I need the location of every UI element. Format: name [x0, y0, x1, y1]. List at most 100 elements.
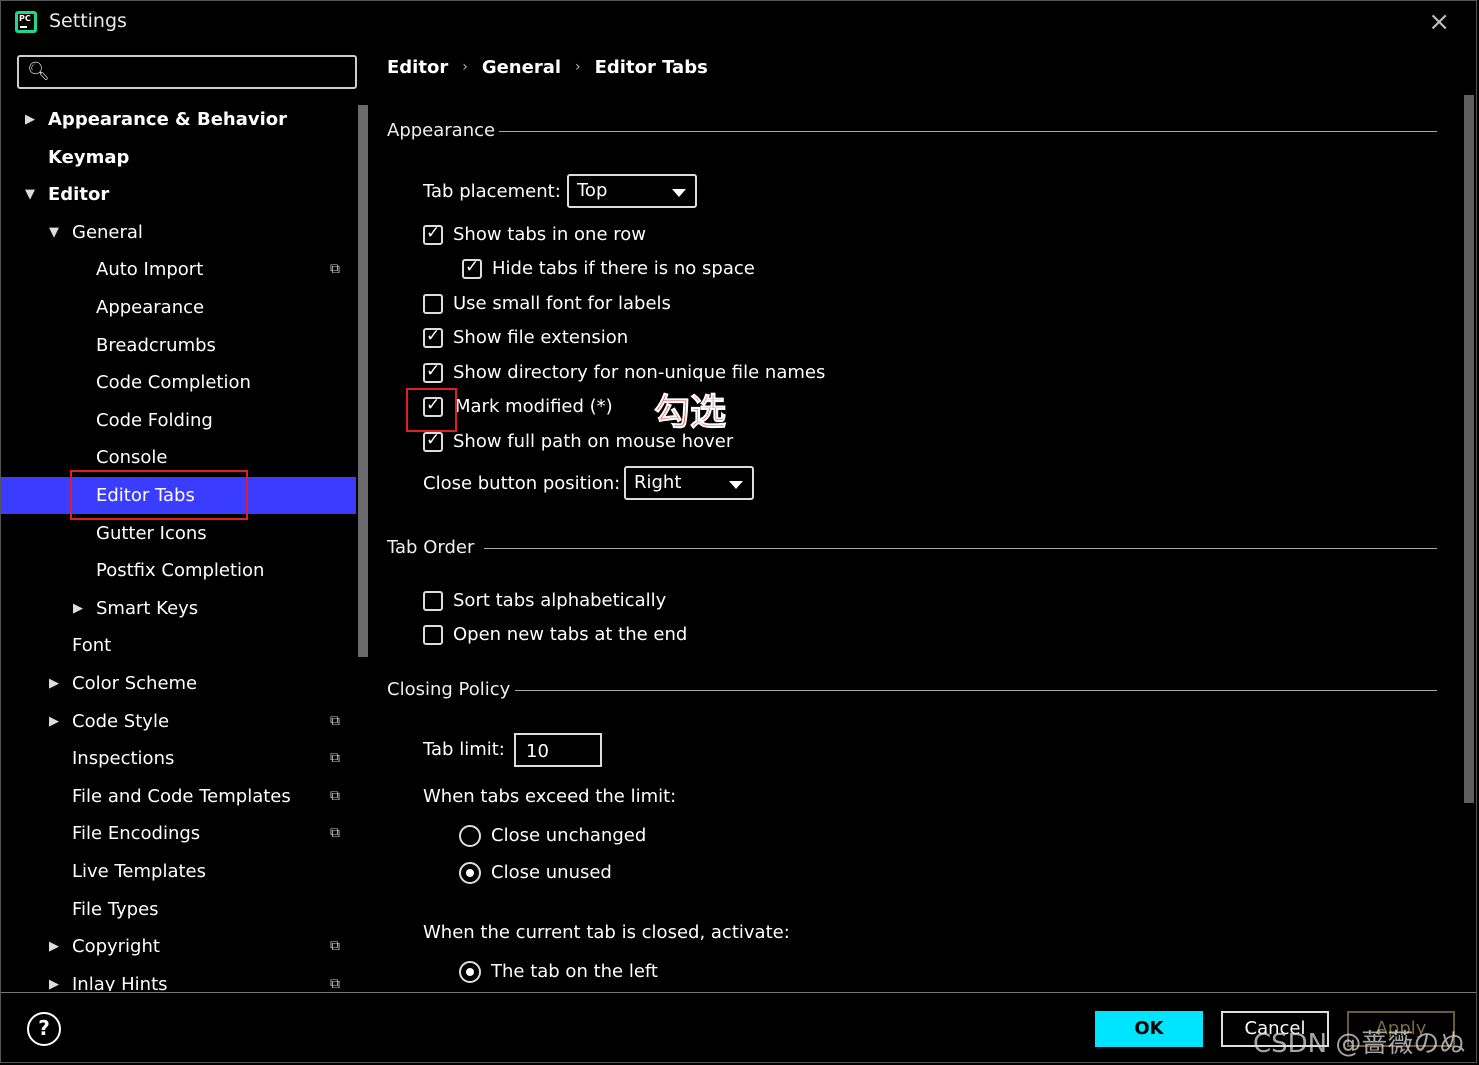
expanded-arrow-icon[interactable]: ▼ [49, 214, 59, 251]
section-divider [499, 131, 1437, 132]
breadcrumb-general[interactable]: General [482, 57, 561, 78]
project-scope-icon: ⧉ [330, 750, 340, 767]
settings-tree: ▶ Appearance & Behavior Keymap ▼ Editor ▼ Gene… [1, 101, 356, 991]
sidebar-item-inlay-hints[interactable]: ▶ Inlay Hints ⧉ [1, 966, 356, 991]
tab-limit-label: Tab limit: [423, 739, 505, 760]
tab-limit-input[interactable] [524, 737, 598, 765]
sidebar-item-code-style[interactable]: ▶ Code Style ⧉ [1, 703, 356, 740]
sidebar-item-auto-import[interactable]: Auto Import ⧉ [1, 251, 356, 288]
sidebar-item-label: Code Completion [96, 372, 251, 394]
sidebar-item-live-templates[interactable]: Live Templates [1, 853, 356, 890]
open-new-tabs-end-checkbox[interactable] [423, 625, 443, 645]
pycharm-logo-icon: PC [15, 11, 37, 33]
mark-modified-label[interactable]: Mark modified (*) [455, 396, 613, 417]
small-font-labels-label[interactable]: Use small font for labels [453, 293, 671, 314]
settings-search-field[interactable]: 🔍︎ [17, 55, 357, 89]
collapsed-arrow-icon[interactable]: ▶ [49, 665, 59, 702]
hide-tabs-no-space-checkbox[interactable] [462, 257, 482, 279]
search-input[interactable] [57, 59, 351, 87]
tab-limit-field[interactable] [514, 733, 602, 767]
sidebar-item-gutter-icons[interactable]: Gutter Icons [1, 515, 356, 552]
breadcrumb: Editor › General › Editor Tabs [387, 57, 708, 78]
collapsed-arrow-icon[interactable]: ▶ [25, 101, 35, 138]
sidebar-item-label: Code Style [72, 710, 170, 732]
tab-on-left-radio[interactable] [459, 961, 481, 983]
ok-button[interactable]: OK [1095, 1011, 1203, 1047]
section-divider [515, 690, 1437, 691]
help-icon[interactable]: ? [27, 1012, 61, 1046]
chevron-right-icon: › [462, 59, 468, 75]
close-unused-label[interactable]: Close unused [491, 862, 612, 883]
section-title-closing-policy: Closing Policy [387, 679, 511, 700]
close-button-position-select[interactable]: Right [624, 466, 754, 500]
sidebar-item-label: Font [72, 635, 112, 657]
collapsed-arrow-icon[interactable]: ▶ [49, 703, 59, 740]
show-file-extension-label[interactable]: Show file extension [453, 327, 628, 348]
settings-dialog: PC Settings × 🔍︎ ▶ Appearance & Behavior K… [0, 0, 1477, 1063]
collapsed-arrow-icon[interactable]: ▶ [73, 590, 83, 627]
project-scope-icon: ⧉ [330, 975, 340, 991]
show-directory-checkbox[interactable] [423, 361, 443, 383]
sidebar-item-color-scheme[interactable]: ▶ Color Scheme [1, 665, 356, 702]
chevron-right-icon: › [575, 59, 581, 75]
sidebar-item-label: File and Code Templates [72, 785, 291, 807]
sidebar-item-label: Auto Import [96, 259, 204, 281]
sidebar-item-label: Smart Keys [96, 597, 199, 619]
content-scrollbar[interactable] [1464, 95, 1474, 803]
sidebar-item-file-types[interactable]: File Types [1, 891, 356, 928]
sort-tabs-alphabetically-label[interactable]: Sort tabs alphabetically [453, 590, 666, 611]
open-new-tabs-end-label[interactable]: Open new tabs at the end [453, 624, 687, 645]
sidebar-item-postfix-completion[interactable]: Postfix Completion [1, 552, 356, 589]
sidebar-item-smart-keys[interactable]: ▶ Smart Keys [1, 590, 356, 627]
tab-placement-select[interactable]: Top [567, 174, 697, 208]
show-tabs-one-row-label[interactable]: Show tabs in one row [453, 224, 646, 245]
sidebar-item-file-and-code-templates[interactable]: File and Code Templates ⧉ [1, 778, 356, 815]
sidebar-item-editor[interactable]: ▼ Editor [1, 176, 356, 213]
sidebar-item-file-encodings[interactable]: File Encodings ⧉ [1, 815, 356, 852]
sidebar-item-appearance[interactable]: Appearance [1, 289, 356, 326]
title-bar: PC Settings × [1, 1, 1476, 45]
sidebar-item-label: Appearance [96, 297, 205, 318]
sidebar-item-label: File Types [72, 898, 159, 920]
sidebar-item-breadcrumbs[interactable]: Breadcrumbs [1, 327, 356, 364]
tab-on-left-label[interactable]: The tab on the left [491, 961, 658, 982]
sidebar-item-general[interactable]: ▼ General [1, 214, 356, 251]
close-unused-radio[interactable] [459, 862, 481, 884]
sidebar-item-label: General [72, 221, 143, 243]
collapsed-arrow-icon[interactable]: ▶ [49, 928, 59, 965]
close-unchanged-radio[interactable] [459, 825, 481, 847]
show-full-path-checkbox[interactable] [423, 430, 443, 452]
sidebar-item-code-folding[interactable]: Code Folding [1, 402, 356, 439]
sidebar-item-appearance-behavior[interactable]: ▶ Appearance & Behavior [1, 101, 356, 138]
sort-tabs-alphabetically-checkbox[interactable] [423, 591, 443, 611]
project-scope-icon: ⧉ [330, 712, 340, 729]
sidebar-scrollbar[interactable] [358, 105, 368, 657]
sidebar-item-keymap[interactable]: Keymap [1, 139, 356, 176]
project-scope-icon: ⧉ [330, 825, 340, 842]
sidebar-item-label: Breadcrumbs [96, 334, 216, 356]
sidebar-item-label: File Encodings [72, 823, 201, 845]
sidebar-item-label: Editor [48, 184, 110, 206]
sidebar-item-font[interactable]: Font [1, 627, 356, 664]
show-file-extension-checkbox[interactable] [423, 326, 443, 348]
tab-placement-label: Tab placement: [423, 181, 561, 202]
small-font-labels-checkbox[interactable] [423, 294, 443, 314]
sidebar-item-code-completion[interactable]: Code Completion [1, 364, 356, 401]
section-title-appearance: Appearance [387, 120, 496, 141]
show-directory-label[interactable]: Show directory for non-unique file names [453, 362, 825, 383]
search-icon: 🔍︎ [27, 61, 50, 82]
close-unchanged-label[interactable]: Close unchanged [491, 825, 646, 846]
sidebar-item-label: Inlay Hints [72, 973, 168, 991]
show-tabs-one-row-checkbox[interactable] [423, 223, 443, 245]
chevron-down-icon [672, 189, 686, 197]
breadcrumb-editor[interactable]: Editor [387, 57, 448, 78]
hide-tabs-no-space-label[interactable]: Hide tabs if there is no space [492, 258, 755, 279]
close-button-position-label: Close button position: [423, 473, 621, 494]
expanded-arrow-icon[interactable]: ▼ [25, 176, 35, 213]
close-icon[interactable]: × [1428, 7, 1450, 37]
sidebar-item-label: Postfix Completion [96, 560, 265, 582]
sidebar-item-inspections[interactable]: Inspections ⧉ [1, 740, 356, 777]
collapsed-arrow-icon[interactable]: ▶ [49, 966, 59, 991]
sidebar-item-copyright[interactable]: ▶ Copyright ⧉ [1, 928, 356, 965]
tab-placement-value: Top [577, 180, 608, 201]
